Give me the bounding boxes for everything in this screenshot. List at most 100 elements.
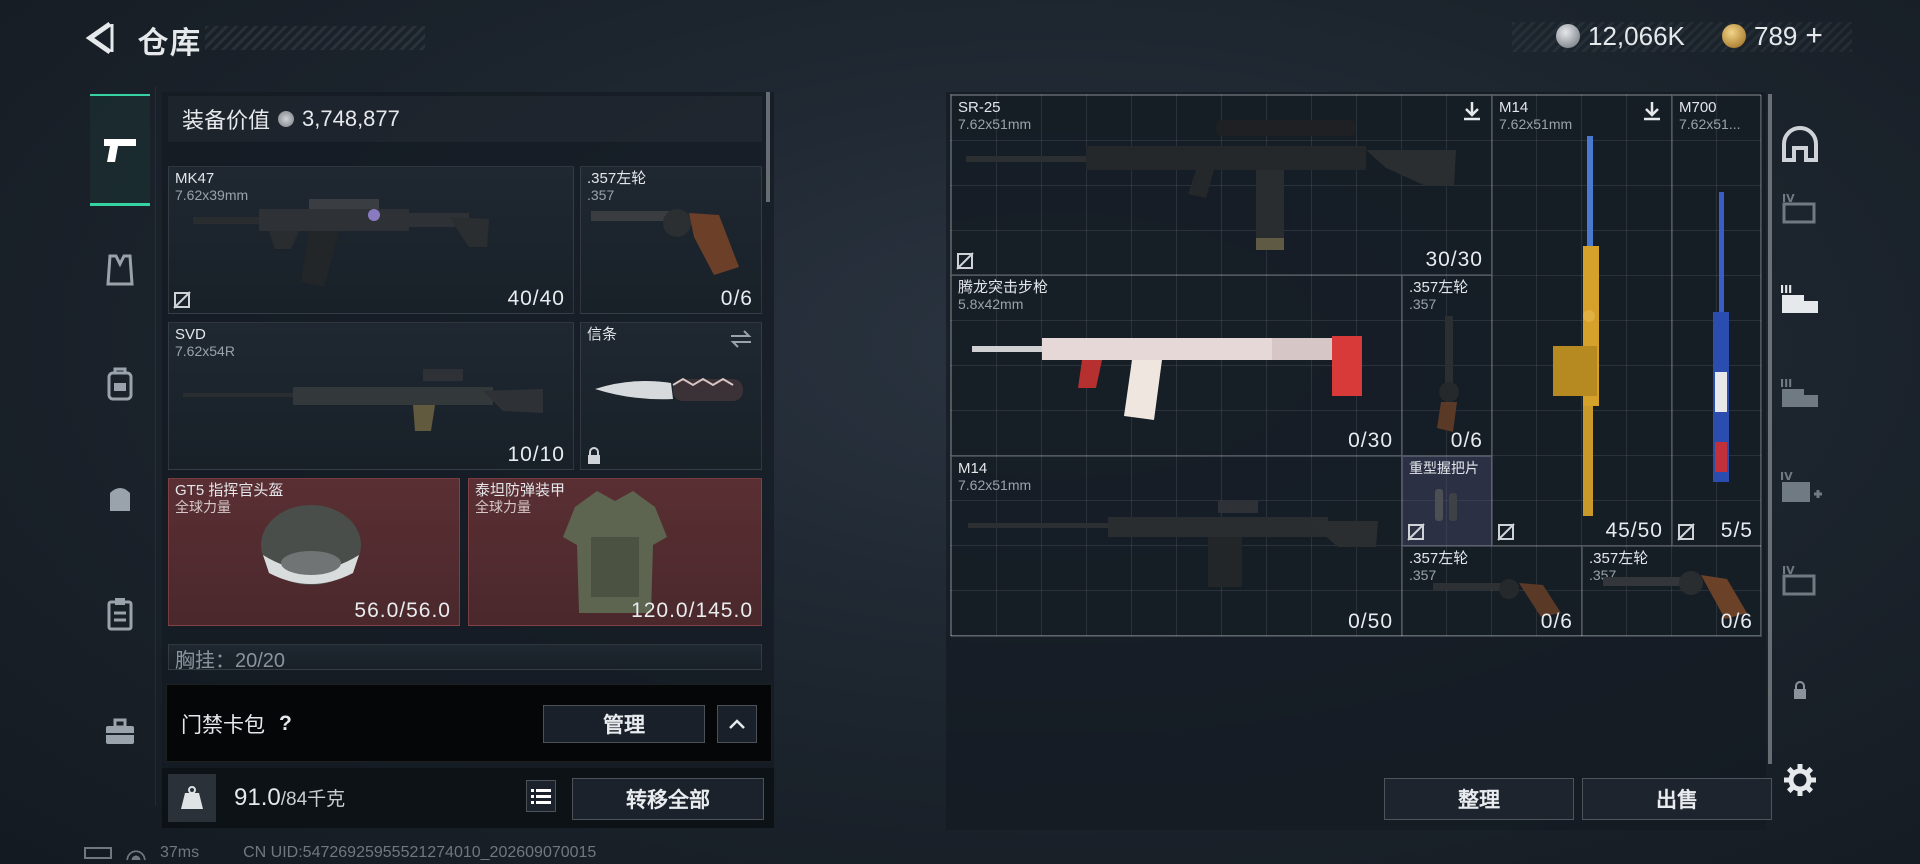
left-category-nav [84,86,156,806]
weight-icon [181,786,203,809]
silver-coin-icon [1556,24,1580,48]
m14-rifle-image [968,501,1378,587]
loadout-slot-armor[interactable]: 泰坦防弹装甲 全球力量 120.0/145.0 [468,478,762,626]
stash-item-tenglong-rifle[interactable]: 腾龙突击步枪 5.8x42mm 0/30 [951,275,1402,456]
weight-capacity: /84千克 [280,789,346,810]
battery-icon [84,847,112,859]
tenglong-rifle-image [972,336,1362,420]
no-insure-icon [956,252,974,270]
svg-text:III: III [1780,283,1792,296]
loadout-scrollbar[interactable] [766,92,770,202]
loadout-slot-chest-rig[interactable]: 胸挂：20/20 [168,644,762,670]
sell-button[interactable]: 出售 [1582,778,1772,820]
weight-value: 91.0 [234,784,281,811]
stash-item-m14[interactable]: M14 7.62x51mm 0/50 [951,456,1402,637]
helmet-image [261,505,361,585]
download-icon[interactable] [1641,100,1663,122]
stash-page-3[interactable]: III [1768,364,1832,424]
lock-icon [588,447,600,464]
mk47-rifle-image [193,199,489,287]
settings-button[interactable] [1768,750,1832,810]
user-uid: CN UID:54726925955521274010_202609070015 [243,844,597,861]
weight-icon-box [168,774,216,822]
knife-image [595,377,743,401]
nav-vest[interactable] [84,238,156,302]
status-bar: 37ms CN UID:54726925955521274010_2026090… [84,844,596,862]
stash-item-357-vertical[interactable]: .357左轮 .357 0/6 [1402,275,1492,456]
page-title: 仓库 [138,27,202,60]
storage-tier-icon: IV [1780,470,1822,502]
storage-tier-icon: III [1780,283,1818,313]
storage-tier-icon: III [1780,377,1818,407]
stash-item-357-a[interactable]: .357左轮 .357 0/6 [1402,546,1582,637]
list-view-button[interactable] [526,780,556,812]
no-insure-icon [173,291,191,309]
back-button[interactable] [82,20,118,56]
loadout-slot-357-revolver[interactable]: .357左轮 .357 0/6 [580,166,762,314]
equipment-value: 装备价值 3,748,877 [168,96,762,142]
loadout-slot-helmet[interactable]: GT5 指挥官头盔 全球力量 56.0/56.0 [168,478,460,626]
storage-tier-icon: IV [1782,564,1816,596]
stash-page-5[interactable]: IV [1768,550,1832,610]
backpack-icon [107,367,133,401]
m700-rifle-image [1713,192,1729,482]
keycard-label: 门禁卡包 [181,714,265,737]
toolbox-icon [106,718,134,744]
currency-silver: 12,066K [1556,20,1685,52]
sort-button[interactable]: 整理 [1384,778,1574,820]
svg-text:IV: IV [1780,470,1793,483]
stash-item-sr25[interactable]: SR-25 7.62x51mm 30/30 [951,95,1492,275]
silver-coin-icon [278,111,295,127]
nav-weapons[interactable] [90,94,150,206]
nav-bag[interactable] [84,466,156,530]
collapse-button[interactable] [717,705,757,743]
currency-gold[interactable]: 789 + [1722,19,1823,53]
nav-backpack[interactable] [84,352,156,416]
storage-tier-icon: IV [1782,192,1816,224]
stash-home-tab[interactable] [1768,114,1832,174]
m14-gold-rifle-image [1553,136,1599,516]
sr25-rifle-image [966,120,1456,250]
stash-item-heavy-grip[interactable]: 重型握把片 [1402,456,1492,546]
gold-coin-icon [1722,24,1746,48]
manage-button[interactable]: 管理 [543,705,705,743]
stash-page-2-active[interactable]: III [1768,270,1832,330]
help-icon[interactable]: ? [279,712,292,736]
lock-icon [1794,681,1806,699]
transfer-all-button[interactable]: 转移全部 [572,778,764,820]
svd-rifle-image [183,369,543,431]
no-insure-icon [1407,523,1425,541]
gear-icon [1784,764,1816,796]
back-arrow-icon [85,21,114,55]
chevron-up-icon [729,719,745,729]
no-insure-icon [1677,523,1695,541]
keycard-pack-row: 门禁卡包 ? 管理 [166,684,772,762]
pistol-icon [104,138,136,162]
stash-item-m700[interactable]: M700 7.62x51... 5/5 [1672,95,1762,546]
stash-item-m14-tall[interactable]: M14 7.62x51mm 45/50 [1492,95,1672,546]
revolver-image [591,209,739,275]
wifi-icon [126,846,146,860]
loadout-slot-melee[interactable]: 信条 [580,322,762,470]
nav-clipboard[interactable] [84,582,156,646]
stash-item-357-b[interactable]: .357左轮 .357 0/6 [1582,546,1762,637]
svg-text:III: III [1780,377,1792,390]
bottom-bar: 91.0/84千克 转移全部 [162,768,774,828]
stash-page-4[interactable]: IV [1768,458,1832,518]
title-decoration [205,26,425,50]
stash-page-nav: IV III III IV IV [1768,94,1832,830]
nav-toolbox[interactable] [84,700,156,764]
swap-icon[interactable] [729,329,753,349]
list-icon [531,789,551,804]
vest-icon [106,254,134,286]
loadout-slot-mk47[interactable]: MK47 7.62x39mm 40/40 [168,166,574,314]
stash-page-1[interactable]: IV [1768,178,1832,238]
stash-page-locked[interactable] [1768,660,1832,720]
revolver-vertical-image [1437,316,1459,432]
add-currency-icon[interactable]: + [1805,19,1823,53]
stash-grid: SR-25 7.62x51mm 30/30 M14 7.62x51mm 45/5… [950,94,1762,637]
loadout-slot-svd[interactable]: SVD 7.62x54R 10/10 [168,322,574,470]
no-insure-icon [1497,523,1515,541]
ping: 37ms [160,844,200,861]
clipboard-icon [107,598,133,631]
